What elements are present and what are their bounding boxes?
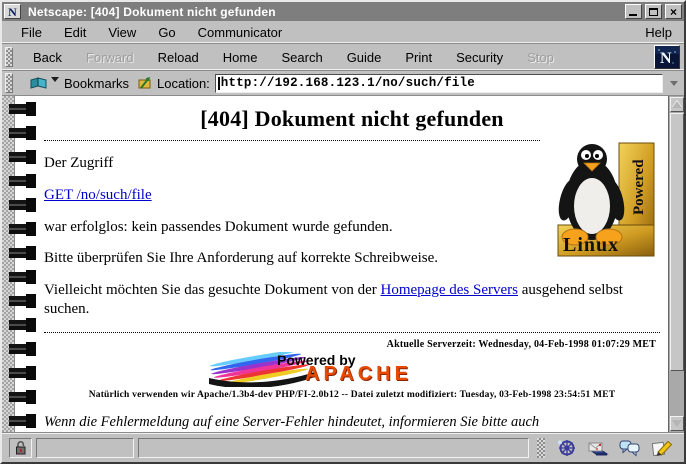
page-body: [404] Dokument nicht gefunden	[44, 96, 660, 432]
component-bar	[549, 439, 677, 457]
mailbox-icon[interactable]	[586, 439, 609, 457]
location-chunk: Location:	[137, 76, 210, 91]
bookmarks-dropdown-icon	[51, 77, 59, 82]
scroll-down-icon	[672, 420, 682, 427]
vertical-scrollbar[interactable]	[668, 96, 684, 432]
toolbar-grip[interactable]	[5, 47, 13, 67]
text-caret	[218, 77, 220, 90]
location-label: Location:	[157, 76, 210, 91]
netscape-window: N Netscape: [404] Dokument nicht gefunde…	[0, 0, 686, 464]
stop-button: Stop	[515, 50, 566, 65]
close-button[interactable]: ×	[665, 4, 682, 19]
bookmarks-icon	[29, 76, 50, 91]
composer-icon[interactable]	[650, 439, 673, 457]
lock-icon	[14, 440, 27, 455]
divider-top	[44, 140, 540, 141]
minimize-icon	[629, 14, 637, 16]
scroll-down-button[interactable]	[670, 416, 684, 431]
footer-note: Wenn die Fehlermeldung auf eine Server-F…	[44, 413, 660, 433]
guide-button[interactable]: Guide	[335, 50, 394, 65]
minimize-button[interactable]	[625, 4, 642, 19]
menu-help[interactable]: Help	[634, 25, 676, 40]
menu-go[interactable]: Go	[147, 25, 186, 40]
scroll-up-icon	[672, 101, 682, 108]
menu-file[interactable]: File	[10, 25, 53, 40]
request-link[interactable]: GET /no/such/file	[44, 187, 152, 203]
netscape-logo[interactable]: N	[654, 45, 680, 69]
reload-button[interactable]: Reload	[146, 50, 211, 65]
navigation-toolbar: Back Forward Reload Home Search Guide Pr…	[2, 44, 684, 71]
linux-logo-text: Linux	[563, 234, 619, 256]
status-bar	[2, 433, 684, 462]
url-history-dropdown[interactable]	[668, 74, 680, 93]
footer-text-before: Wenn die Fehlermeldung auf eine Server-F…	[44, 414, 539, 430]
maximize-icon	[649, 8, 658, 16]
linux-powered-text: Powered	[631, 159, 647, 215]
url-text: http://192.168.123.1/no/such/file	[221, 76, 475, 90]
homepage-link[interactable]: Homepage des Servers	[381, 282, 518, 298]
status-message-panel	[138, 438, 529, 458]
menu-edit[interactable]: Edit	[53, 25, 97, 40]
discussions-icon[interactable]	[618, 439, 641, 457]
location-bar: Bookmarks Location: http://192.168.123.1…	[2, 71, 684, 96]
linux-powered-logo: Linux Powered	[556, 140, 656, 258]
title-bar: N Netscape: [404] Dokument nicht gefunde…	[2, 2, 684, 21]
menu-communicator[interactable]: Communicator	[187, 25, 294, 40]
security-indicator[interactable]	[9, 438, 32, 458]
spiral-binding-shadow	[26, 98, 36, 432]
apache-logo-row: Powered by APACHE	[44, 352, 620, 387]
search-button[interactable]: Search	[269, 50, 334, 65]
server-time: Aktuelle Serverzeit: Wednesday, 04-Feb-1…	[44, 339, 656, 350]
page-title: [404] Dokument nicht gefunden	[44, 106, 660, 132]
apache-text: APACHE	[305, 363, 412, 386]
back-button[interactable]: Back	[21, 50, 74, 65]
suggestion-text-before: Vielleicht möchten Sie das gesuchte Doku…	[44, 282, 381, 298]
window-menu-icon[interactable]: N	[4, 4, 21, 19]
menu-bar: File Edit View Go Communicator Help	[2, 21, 684, 44]
security-button[interactable]: Security	[444, 50, 515, 65]
print-button[interactable]: Print	[393, 50, 444, 65]
maximize-button[interactable]	[645, 4, 662, 19]
window-title: Netscape: [404] Dokument nicht gefunden	[24, 5, 622, 19]
navigator-icon[interactable]	[555, 439, 577, 457]
scrollbar-thumb[interactable]	[670, 113, 684, 371]
location-icon	[137, 76, 152, 91]
bookmarks-button[interactable]: Bookmarks	[26, 75, 132, 92]
chevron-down-icon	[670, 81, 678, 86]
scroll-up-button[interactable]	[670, 97, 684, 112]
netscape-n-letter: N	[660, 50, 672, 67]
component-bar-grip[interactable]	[537, 438, 545, 458]
bookmarks-label: Bookmarks	[64, 76, 129, 91]
menu-view[interactable]: View	[97, 25, 147, 40]
forward-button: Forward	[74, 50, 146, 65]
divider-bottom	[44, 332, 660, 333]
home-button[interactable]: Home	[211, 50, 270, 65]
browser-viewport: [404] Dokument nicht gefunden	[2, 96, 684, 433]
paragraph-suggestion: Vielleicht möchten Sie das gesuchte Doku…	[44, 281, 660, 319]
location-bar-grip[interactable]	[5, 73, 13, 93]
url-input[interactable]: http://192.168.123.1/no/such/file	[215, 74, 663, 93]
progress-panel	[36, 438, 134, 458]
close-icon: ×	[670, 6, 677, 18]
powered-by-apache-logo: Powered by APACHE	[207, 352, 457, 387]
server-info: Natürlich verwenden wir Apache/1.3b4-dev…	[44, 390, 660, 400]
